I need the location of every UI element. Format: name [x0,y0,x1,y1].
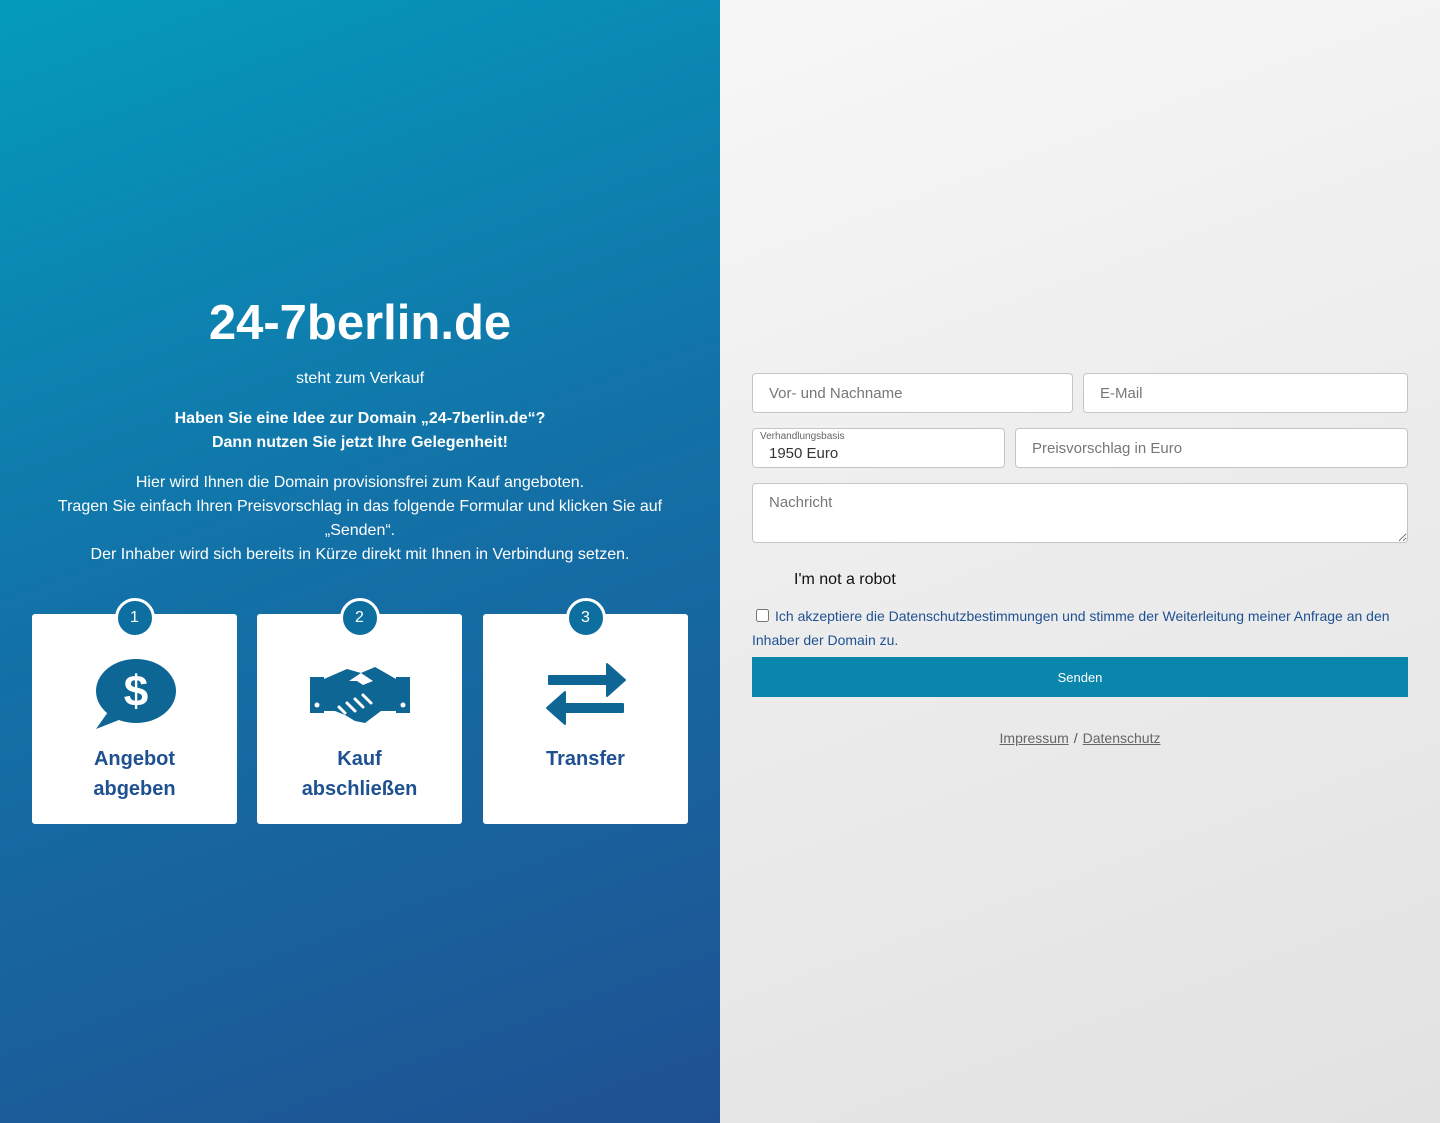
step-card-purchase: 2 Kauf abschließen [257,598,462,824]
form-panel [720,0,1440,1123]
step-number-badge: 2 [339,598,380,638]
step-label: Kauf abschließen [301,748,418,800]
consent-checkbox[interactable] [756,609,769,622]
step-number-badge: 1 [114,598,155,638]
impressum-link[interactable]: Impressum [1000,730,1069,746]
lead-line-1: Haben Sie eine Idee zur Domain „24-7berl… [174,410,546,427]
description-line-1: Hier wird Ihnen die Domain provisionsfre… [135,474,585,491]
description-line-3: Der Inhaber wird sich bereits in Kürze d… [90,546,630,563]
step-card-transfer: 3 Transfer [483,598,688,824]
email-input[interactable] [1083,373,1408,413]
hero-panel: 24-7berlin.de steht zum Verkauf Haben Si… [0,0,720,1123]
description: Hier wird Ihnen die Domain provisionsfre… [40,471,680,567]
dollar-chat-icon: $ [32,656,237,731]
description-line-2: Tragen Sie einfach Ihren Preisvorschlag … [57,498,663,539]
svg-text:$: $ [123,667,147,716]
for-sale-subtitle: steht zum Verkauf [295,370,425,387]
price-offer-input[interactable] [1015,428,1408,468]
send-button[interactable]: Senden [752,657,1408,697]
transfer-arrows-icon [483,656,688,731]
step-label: Angebot abgeben [93,748,176,800]
step-card-offer: 1 $ Angebot abgeben [32,598,237,824]
consent-checkbox-row[interactable]: Ich akzeptiere die Datenschutzbestimmung… [752,604,1408,652]
lead-text: Haben Sie eine Idee zur Domain „24-7berl… [0,407,720,455]
captcha-label[interactable]: I'm not a robot [794,571,896,589]
footer-separator: / [1073,730,1078,746]
step-number-badge: 3 [565,598,606,638]
name-input[interactable] [752,373,1073,413]
message-textarea[interactable] [752,483,1408,543]
asking-price-label: Verhandlungsbasis [760,431,845,442]
lead-line-2: Dann nutzen Sie jetzt Ihre Gelegenheit! [211,434,509,451]
datenschutz-link[interactable]: Datenschutz [1083,730,1161,746]
consent-text: Ich akzeptiere die Datenschutzbestimmung… [752,608,1390,648]
domain-title: 24-7berlin.de [208,296,512,350]
footer-links: Impressum / Datenschutz [720,730,1440,746]
step-label: Transfer [546,748,625,770]
handshake-icon [257,656,462,731]
